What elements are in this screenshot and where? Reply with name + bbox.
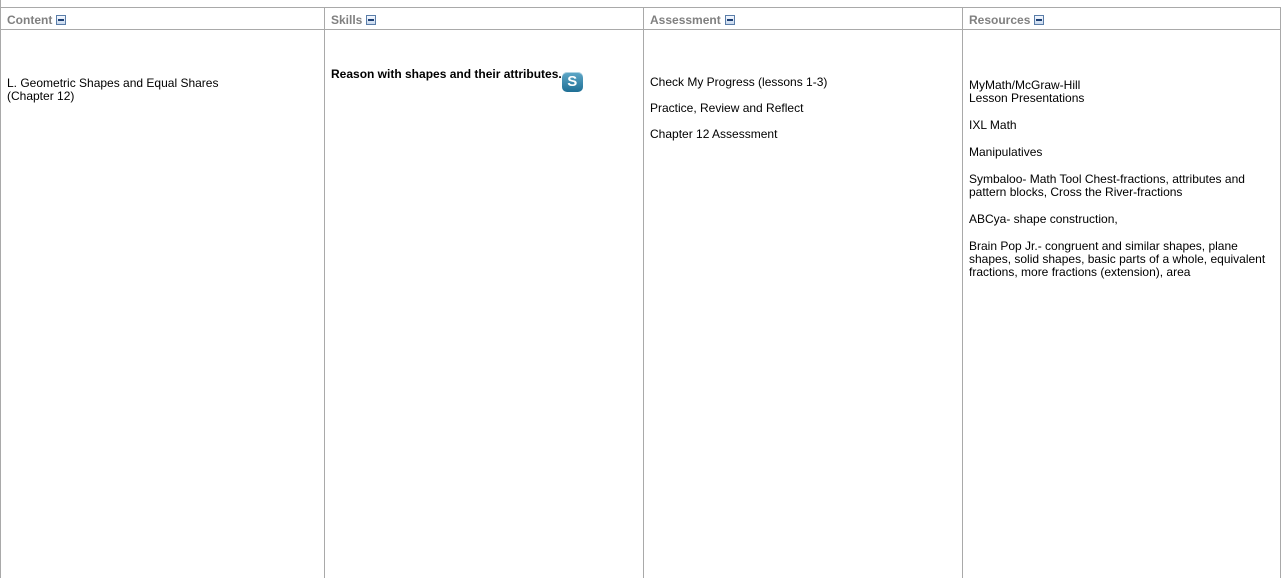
assessment-header-label: Assessment [650,13,721,27]
curriculum-table: Content L. Geometric Shapes and Equal Sh… [0,8,1281,578]
resource-abcya: ABCya- shape construction, [969,212,1118,226]
skills-cell: Reason with shapes and their attributes.… [325,30,643,92]
content-cell: L. Geometric Shapes and Equal Shares (Ch… [1,30,324,103]
collapse-icon[interactable] [724,15,735,25]
collapse-icon[interactable] [1034,15,1045,25]
collapse-icon[interactable] [366,15,377,25]
assessment-item: Check My Progress (lessons 1-3) [650,75,828,89]
content-header: Content [1,8,324,30]
assessment-header: Assessment [644,8,962,30]
resources-cell: MyMath/McGraw-Hill Lesson Presentations … [963,30,1280,279]
resource-ixl: IXL Math [969,118,1017,132]
resource-brainpop: Brain Pop Jr.- congruent and similar sha… [969,239,1266,279]
skills-header: Skills [325,8,643,30]
assessment-item: Chapter 12 Assessment [650,127,778,141]
resource-mymath-line2: Lesson Presentations [969,91,1085,105]
skill-statement: Reason with shapes and their attributes. [331,67,562,81]
skills-header-label: Skills [331,13,363,27]
resource-manipulatives: Manipulatives [969,145,1043,159]
curriculum-map-page: Content L. Geometric Shapes and Equal Sh… [0,0,1281,578]
assessment-item: Practice, Review and Reflect [650,101,804,115]
resource-mymath: MyMath/McGraw-Hill Lesson Presentations [969,79,1274,105]
content-unit-chapter: (Chapter 12) [7,89,75,103]
resource-symbaloo: Symbaloo- Math Tool Chest-fractions, att… [969,172,1245,199]
resources-column: Resources MyMath/McGraw-Hill Lesson Pres… [962,8,1281,578]
content-header-label: Content [7,13,53,27]
resources-header: Resources [963,8,1280,30]
collapse-icon[interactable] [56,15,67,25]
resources-header-label: Resources [969,13,1031,27]
skills-column: Skills Reason with shapes and their attr… [324,8,643,578]
assessment-column: Assessment Check My Progress (lessons 1-… [643,8,962,578]
assessment-cell: Check My Progress (lessons 1-3) Practice… [644,30,962,141]
top-divider [0,0,1281,8]
standards-icon[interactable]: S [561,72,583,92]
content-column: Content L. Geometric Shapes and Equal Sh… [0,8,324,578]
